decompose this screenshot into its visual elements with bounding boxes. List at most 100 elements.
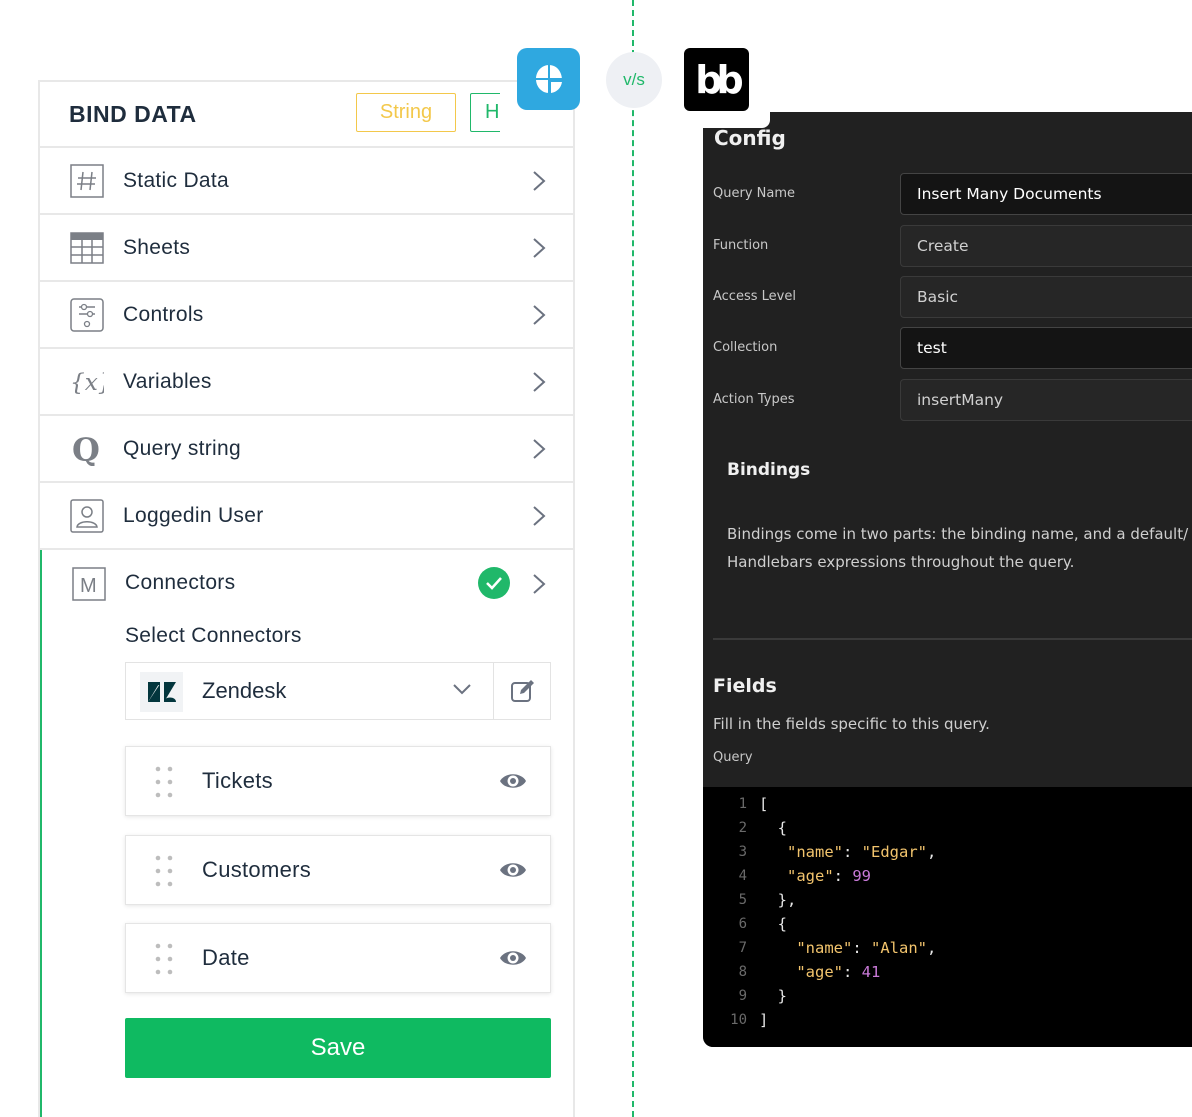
sliders-icon	[70, 297, 104, 332]
chevron-right-icon	[533, 237, 546, 258]
field-label: Function	[713, 238, 769, 253]
section-divider	[713, 638, 1192, 640]
menu-item-label: Variables	[123, 369, 212, 393]
field-card-tickets[interactable]: Tickets	[125, 746, 551, 816]
chevron-right-icon	[533, 170, 546, 191]
user-icon	[70, 498, 104, 533]
line-number: 10	[730, 1012, 747, 1028]
code-line: ]	[759, 1011, 769, 1029]
string-type-tag[interactable]: String	[356, 93, 456, 132]
query-name-row: Query Name Insert Many Documents	[703, 173, 1192, 215]
menu-item-label: Static Data	[123, 168, 230, 192]
bindings-description: Bindings come in two parts: the binding …	[727, 520, 1188, 576]
menu-item-controls[interactable]: Controls	[40, 282, 573, 349]
field-label: Customers	[202, 857, 312, 882]
fields-title: Fields	[713, 675, 777, 697]
selected-connector: Zendesk	[202, 678, 287, 703]
collection-row: Collection test	[703, 327, 1192, 369]
chevron-right-icon	[533, 505, 546, 526]
eye-icon[interactable]	[499, 948, 527, 968]
line-number: 7	[738, 940, 747, 956]
check-icon	[478, 567, 510, 599]
action-types-row: Action Types insertMany	[703, 379, 1192, 421]
panel-title: BIND DATA	[69, 100, 197, 127]
field-label: Action Types	[713, 392, 795, 407]
query-code-editor[interactable]: 1 2 3 4 5 6 7 8 9 10 [ { "name": "Edgar"…	[703, 787, 1192, 1047]
drag-handle-icon[interactable]	[154, 942, 174, 976]
menu-item-loggedin-user[interactable]: Loggedin User	[40, 483, 573, 550]
line-number: 5	[738, 892, 747, 908]
field-card-date[interactable]: Date	[125, 923, 551, 993]
chevron-right-icon	[533, 304, 546, 325]
function-row: Function Create	[703, 225, 1192, 267]
line-number: 8	[738, 964, 747, 980]
menu-item-connectors[interactable]: M Connectors	[42, 550, 573, 617]
chevron-down-icon[interactable]	[452, 682, 472, 696]
q-icon: Q	[70, 432, 104, 466]
edit-icon	[510, 680, 534, 702]
field-label: Date	[202, 945, 250, 970]
line-number: 4	[738, 868, 747, 884]
menu-item-variables[interactable]: {x} Variables	[40, 349, 573, 416]
table-icon	[70, 231, 104, 265]
code-line: {	[759, 819, 787, 837]
connectors-section: M Connectors Select Connectors Zendesk T…	[40, 550, 573, 1117]
collection-input[interactable]: test	[900, 327, 1192, 369]
save-button[interactable]: Save	[125, 1018, 551, 1078]
menu-item-sheets[interactable]: Sheets	[40, 215, 573, 282]
code-line: [	[759, 795, 769, 813]
fields-subtitle: Fill in the fields specific to this quer…	[713, 715, 990, 733]
drag-handle-icon[interactable]	[154, 765, 174, 799]
zendesk-icon	[140, 672, 183, 712]
hash-icon	[70, 163, 104, 198]
chevron-right-icon	[533, 438, 546, 459]
connector-select[interactable]: Zendesk	[125, 662, 551, 720]
center-divider	[632, 0, 634, 1117]
edit-connector-button[interactable]	[493, 663, 551, 719]
line-number: 1	[738, 796, 747, 812]
bindings-text-line: Handlebars expressions throughout the qu…	[727, 553, 1075, 571]
menu-item-query-string[interactable]: Q Query string	[40, 416, 573, 483]
query-config-panel: Config Query Name Insert Many Documents …	[703, 112, 1192, 1047]
code-line: "age": 41	[796, 963, 881, 981]
action-types-select[interactable]: insertMany	[900, 379, 1192, 421]
query-name-input[interactable]: Insert Many Documents	[900, 173, 1192, 215]
access-level-select[interactable]: Basic	[900, 276, 1192, 318]
right-product-logo: bb	[684, 48, 749, 111]
field-label: Collection	[713, 340, 778, 355]
panel-header: BIND DATA String H	[40, 82, 573, 148]
menu-item-label: Query string	[123, 436, 241, 460]
code-line: },	[759, 891, 797, 909]
bindings-text-line: Bindings come in two parts: the binding …	[727, 525, 1189, 543]
line-number: 6	[738, 916, 747, 932]
access-level-row: Access Level Basic	[703, 276, 1192, 318]
line-number: 2	[738, 820, 747, 836]
menu-item-static-data[interactable]: Static Data	[40, 148, 573, 215]
line-number: 9	[738, 988, 747, 1004]
menu-item-label: Loggedin User	[123, 503, 264, 527]
eye-icon[interactable]	[499, 860, 527, 880]
line-number: 3	[738, 844, 747, 860]
chevron-right-icon	[533, 371, 546, 392]
svg-text:{x}: {x}	[70, 369, 104, 396]
select-connectors-heading: Select Connectors	[125, 624, 302, 647]
chevron-right-icon	[533, 573, 546, 594]
versus-badge: v/s	[606, 52, 662, 108]
menu-item-label: Connectors	[125, 571, 236, 594]
drag-handle-icon[interactable]	[154, 854, 174, 888]
menu-item-label: Controls	[123, 302, 204, 326]
query-label: Query	[713, 750, 753, 765]
field-card-customers[interactable]: Customers	[125, 835, 551, 905]
function-select[interactable]: Create	[900, 225, 1192, 267]
code-line: {	[759, 915, 787, 933]
variable-icon: {x}	[70, 365, 104, 399]
code-line: "name": "Alan",	[796, 939, 937, 957]
field-label: Tickets	[202, 768, 273, 793]
code-line: "name": "Edgar",	[787, 843, 937, 861]
config-title: Config	[714, 126, 786, 150]
field-label: Query Name	[713, 186, 795, 201]
left-product-logo	[517, 48, 580, 110]
menu-item-label: Sheets	[123, 235, 191, 259]
eye-icon[interactable]	[499, 771, 527, 791]
code-line: }	[759, 987, 787, 1005]
